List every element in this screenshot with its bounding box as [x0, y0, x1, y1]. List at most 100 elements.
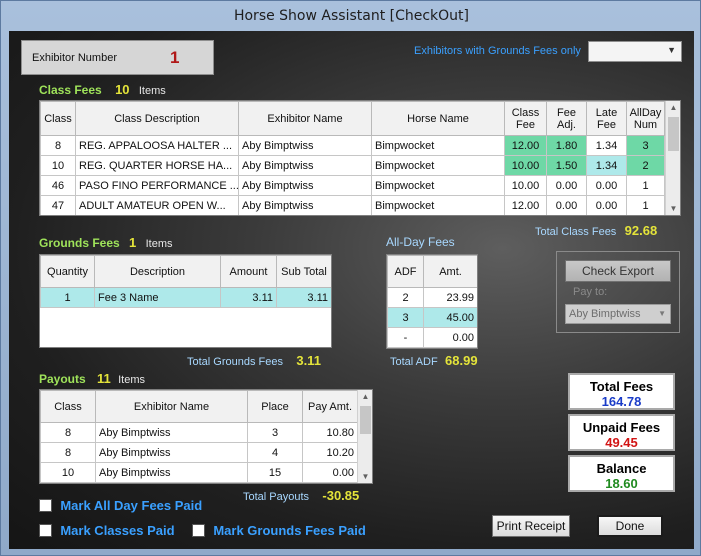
cell-class[interactable]: 10 [40, 462, 96, 483]
table-row[interactable]: 8 Aby Bimptwiss 3 10.80 [40, 422, 358, 443]
payouts-grid[interactable]: Class Exhibitor Name Place Pay Amt. 8 Ab… [39, 389, 373, 484]
cell-fee-adj[interactable]: 0.00 [546, 195, 587, 215]
cell-pay[interactable]: 10.80 [302, 422, 358, 443]
col-class-fee[interactable]: Class Fee [504, 101, 547, 136]
col-class-description[interactable]: Class Description [75, 101, 239, 136]
cell-late-fee[interactable]: 1.34 [586, 155, 627, 176]
col-description[interactable]: Description [94, 255, 221, 288]
check-export-button[interactable]: Check Export [565, 260, 671, 282]
cell-exhibitor[interactable]: Aby Bimptwiss [238, 175, 372, 196]
col-class[interactable]: Class [40, 390, 96, 423]
scroll-up-icon[interactable]: ▲ [666, 101, 680, 115]
class-fees-scrollbar[interactable]: ▲ ▼ [665, 101, 680, 215]
mark-grounds-paid[interactable]: Mark Grounds Fees Paid [192, 523, 366, 538]
col-allday-num[interactable]: AllDay Num [626, 101, 665, 136]
table-row[interactable]: 10 REG. QUARTER HORSE HA... Aby Bimptwis… [40, 155, 665, 176]
cell-class-fee[interactable]: 10.00 [504, 155, 547, 176]
cell-description[interactable]: PASO FINO PERFORMANCE ... [75, 175, 239, 196]
cell-horse[interactable]: Bimpwocket [371, 195, 505, 215]
table-row[interactable]: 10 Aby Bimptwiss 15 0.00 [40, 462, 358, 483]
mark-all-day-paid-checkbox[interactable] [39, 499, 52, 513]
cell-place[interactable]: 3 [247, 422, 303, 443]
mark-classes-paid[interactable]: Mark Classes Paid [39, 523, 175, 538]
print-receipt-button[interactable]: Print Receipt [492, 515, 570, 537]
exhibitor-number-value[interactable]: 1 [170, 48, 179, 68]
col-class[interactable]: Class [40, 101, 76, 136]
cell-exhibitor[interactable]: Aby Bimptwiss [238, 155, 372, 176]
cell-late-fee[interactable]: 1.34 [586, 135, 627, 156]
cell-late-fee[interactable]: 0.00 [586, 175, 627, 196]
cell-adf[interactable]: 3 [387, 307, 424, 328]
col-exhibitor-name[interactable]: Exhibitor Name [95, 390, 248, 423]
cell-adf[interactable]: - [387, 327, 424, 348]
cell-amount[interactable]: 3.11 [220, 287, 277, 308]
cell-class[interactable]: 46 [40, 175, 76, 196]
mark-grounds-paid-checkbox[interactable] [192, 524, 205, 538]
col-adf[interactable]: ADF [387, 255, 424, 288]
table-row[interactable]: 8 Aby Bimptwiss 4 10.20 [40, 442, 358, 463]
cell-horse[interactable]: Bimpwocket [371, 175, 505, 196]
cell-exhibitor[interactable]: Aby Bimptwiss [238, 195, 372, 215]
cell-amt[interactable]: 0.00 [423, 327, 477, 348]
table-row[interactable]: 46 PASO FINO PERFORMANCE ... Aby Bimptwi… [40, 175, 665, 196]
grounds-fees-filter-dropdown[interactable]: ▼ [588, 41, 682, 62]
mark-classes-paid-label[interactable]: Mark Classes Paid [60, 523, 174, 538]
done-button[interactable]: Done [597, 515, 663, 537]
cell-late-fee[interactable]: 0.00 [586, 195, 627, 215]
cell-subtotal[interactable]: 3.11 [276, 287, 331, 308]
table-row[interactable]: 3 45.00 [387, 307, 477, 328]
cell-place[interactable]: 4 [247, 442, 303, 463]
title-bar[interactable]: Horse Show Assistant [CheckOut] [1, 1, 701, 31]
cell-adf[interactable]: 2 [387, 287, 424, 308]
col-horse-name[interactable]: Horse Name [371, 101, 505, 136]
scroll-down-icon[interactable]: ▼ [358, 470, 372, 483]
mark-grounds-paid-label[interactable]: Mark Grounds Fees Paid [213, 523, 365, 538]
cell-quantity[interactable]: 1 [40, 287, 95, 308]
table-row[interactable]: 2 23.99 [387, 287, 477, 308]
col-late-fee[interactable]: Late Fee [586, 101, 627, 136]
table-row[interactable]: 8 REG. APPALOOSA HALTER ... Aby Bimptwis… [40, 135, 665, 156]
cell-class[interactable]: 8 [40, 422, 96, 443]
cell-description[interactable]: Fee 3 Name [94, 287, 221, 308]
grounds-fees-grid[interactable]: Quantity Description Amount Sub Total 1 … [39, 254, 332, 348]
mark-classes-paid-checkbox[interactable] [39, 524, 52, 538]
scroll-up-icon[interactable]: ▲ [358, 390, 372, 404]
cell-pay[interactable]: 10.20 [302, 442, 358, 463]
scrollbar-thumb[interactable] [668, 117, 679, 151]
cell-exhibitor[interactable]: Aby Bimptwiss [95, 442, 248, 463]
cell-class[interactable]: 47 [40, 195, 76, 215]
allday-fees-grid[interactable]: ADF Amt. 2 23.99 3 45.00 - 0.00 [386, 254, 478, 349]
col-amount[interactable]: Amount [220, 255, 277, 288]
cell-horse[interactable]: Bimpwocket [371, 155, 505, 176]
cell-exhibitor[interactable]: Aby Bimptwiss [95, 422, 248, 443]
cell-allday[interactable]: 1 [626, 195, 665, 215]
col-exhibitor-name[interactable]: Exhibitor Name [238, 101, 372, 136]
cell-allday[interactable]: 2 [626, 155, 665, 176]
payouts-scrollbar[interactable]: ▲ ▼ [357, 390, 372, 483]
col-fee-adj[interactable]: Fee Adj. [546, 101, 587, 136]
col-amt[interactable]: Amt. [423, 255, 477, 288]
cell-class-fee[interactable]: 12.00 [504, 135, 547, 156]
pay-to-dropdown[interactable]: Aby Bimptwiss ▼ [565, 304, 671, 324]
cell-description[interactable]: REG. APPALOOSA HALTER ... [75, 135, 239, 156]
col-quantity[interactable]: Quantity [40, 255, 95, 288]
cell-exhibitor[interactable]: Aby Bimptwiss [95, 462, 248, 483]
table-row[interactable]: 1 Fee 3 Name 3.11 3.11 [40, 287, 331, 308]
col-place[interactable]: Place [247, 390, 303, 423]
cell-allday[interactable]: 1 [626, 175, 665, 196]
mark-all-day-paid-label[interactable]: Mark All Day Fees Paid [60, 498, 202, 513]
table-row[interactable]: - 0.00 [387, 327, 477, 348]
cell-amt[interactable]: 45.00 [423, 307, 477, 328]
cell-class[interactable]: 8 [40, 135, 76, 156]
cell-class[interactable]: 10 [40, 155, 76, 176]
col-sub-total[interactable]: Sub Total [276, 255, 331, 288]
table-row[interactable]: 47 ADULT AMATEUR OPEN W... Aby Bimptwiss… [40, 195, 665, 215]
class-fees-grid[interactable]: Class Class Description Exhibitor Name H… [39, 100, 681, 216]
cell-horse[interactable]: Bimpwocket [371, 135, 505, 156]
cell-class[interactable]: 8 [40, 442, 96, 463]
cell-exhibitor[interactable]: Aby Bimptwiss [238, 135, 372, 156]
cell-place[interactable]: 15 [247, 462, 303, 483]
cell-fee-adj[interactable]: 1.50 [546, 155, 587, 176]
scroll-down-icon[interactable]: ▼ [666, 202, 680, 215]
mark-all-day-paid[interactable]: Mark All Day Fees Paid [39, 498, 202, 513]
